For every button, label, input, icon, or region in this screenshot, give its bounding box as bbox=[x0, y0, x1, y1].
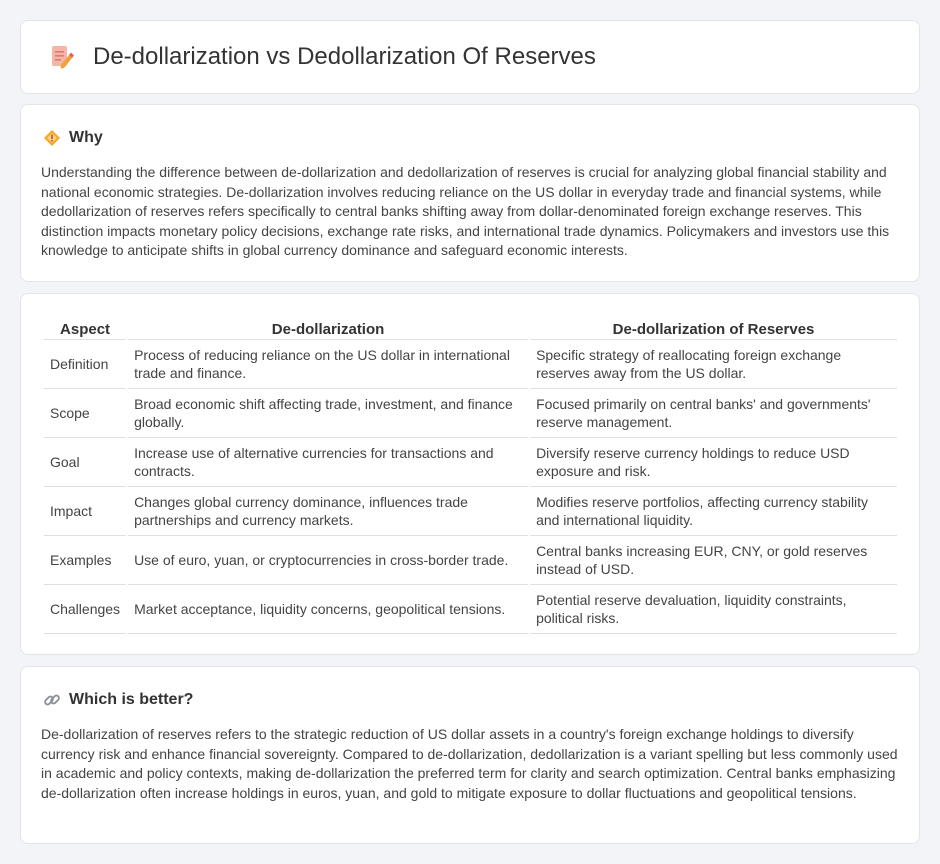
table-row: Challenges Market acceptance, liquidity … bbox=[44, 585, 897, 634]
title-row: De-dollarization vs Dedollarization Of R… bbox=[21, 21, 919, 93]
aspect-cell: Challenges bbox=[44, 585, 127, 634]
better-header: Which is better? bbox=[21, 667, 919, 711]
comparison-table: Aspect De-dollarization De-dollarization… bbox=[42, 315, 899, 634]
column-header-reserves: De-dollarization of Reserves bbox=[530, 315, 897, 340]
aspect-cell: Examples bbox=[44, 536, 127, 585]
table-row: Goal Increase use of alternative currenc… bbox=[44, 438, 897, 487]
aspect-cell: Goal bbox=[44, 438, 127, 487]
table-row: Impact Changes global currency dominance… bbox=[44, 487, 897, 536]
aspect-cell: Impact bbox=[44, 487, 127, 536]
diamond-warning-icon bbox=[44, 130, 60, 146]
why-header: Why bbox=[21, 105, 919, 149]
dedollarization-cell: Changes global currency dominance, influ… bbox=[128, 487, 529, 536]
document-pencil-icon bbox=[52, 46, 74, 69]
table-row: Definition Process of reducing reliance … bbox=[44, 340, 897, 389]
aspect-cell: Scope bbox=[44, 389, 127, 438]
why-heading: Why bbox=[69, 129, 103, 146]
dedollarization-cell: Use of euro, yuan, or cryptocurrencies i… bbox=[128, 536, 529, 585]
dedollarization-cell: Process of reducing reliance on the US d… bbox=[128, 340, 529, 389]
dedollarization-cell: Market acceptance, liquidity concerns, g… bbox=[128, 585, 529, 634]
reserves-cell: Focused primarily on central banks' and … bbox=[530, 389, 897, 438]
reserves-cell: Central banks increasing EUR, CNY, or go… bbox=[530, 536, 897, 585]
better-heading: Which is better? bbox=[69, 691, 194, 708]
better-body: De-dollarization of reserves refers to t… bbox=[41, 726, 898, 801]
reserves-cell: Specific strategy of reallocating foreig… bbox=[530, 340, 897, 389]
why-section: Why Understanding the difference between… bbox=[20, 104, 920, 282]
reserves-cell: Modifies reserve portfolios, affecting c… bbox=[530, 487, 897, 536]
link-icon bbox=[44, 694, 60, 706]
column-header-aspect: Aspect bbox=[44, 315, 127, 340]
reserves-cell: Diversify reserve currency holdings to r… bbox=[530, 438, 897, 487]
dedollarization-cell: Increase use of alternative currencies f… bbox=[128, 438, 529, 487]
aspect-cell: Definition bbox=[44, 340, 127, 389]
title-card: De-dollarization vs Dedollarization Of R… bbox=[20, 20, 920, 94]
table-header-row: Aspect De-dollarization De-dollarization… bbox=[44, 315, 897, 340]
comparison-card: Aspect De-dollarization De-dollarization… bbox=[20, 293, 920, 655]
page-title: De-dollarization vs Dedollarization Of R… bbox=[93, 43, 596, 70]
table-row: Examples Use of euro, yuan, or cryptocur… bbox=[44, 536, 897, 585]
dedollarization-cell: Broad economic shift affecting trade, in… bbox=[128, 389, 529, 438]
reserves-cell: Potential reserve devaluation, liquidity… bbox=[530, 585, 897, 634]
which-is-better-section: Which is better? De-dollarization of res… bbox=[20, 666, 920, 844]
column-header-dedollarization: De-dollarization bbox=[128, 315, 529, 340]
table-row: Scope Broad economic shift affecting tra… bbox=[44, 389, 897, 438]
why-body: Understanding the difference between de-… bbox=[41, 164, 890, 259]
